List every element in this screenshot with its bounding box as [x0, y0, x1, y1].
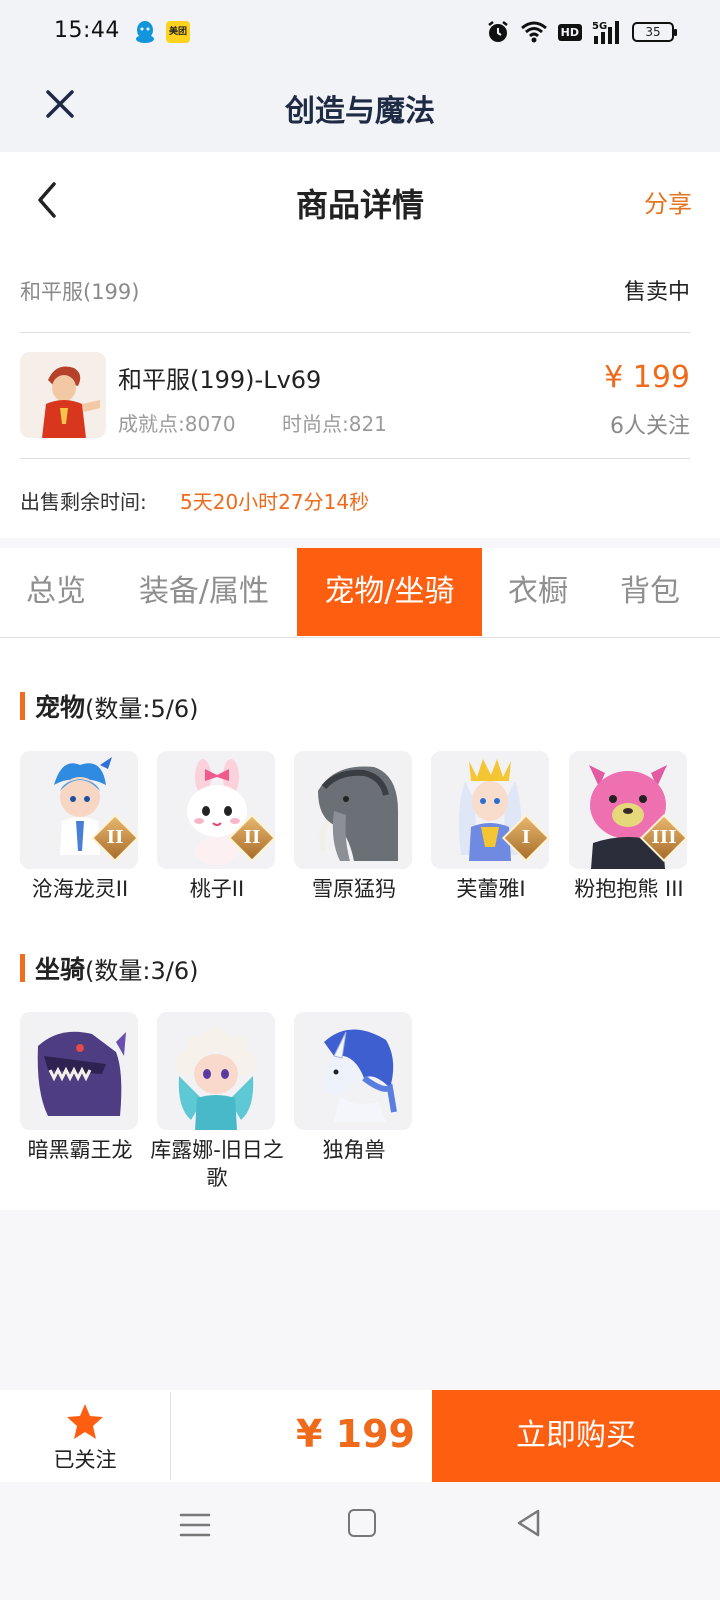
pet-item[interactable]: III 粉抱抱熊 III	[569, 751, 689, 903]
page-title: 商品详情	[295, 186, 424, 224]
follower-count: 6人关注	[610, 414, 690, 439]
status-bar: 15:44 美团 HD 5G 35	[0, 0, 720, 64]
pet-name: 雪原猛犸	[312, 877, 396, 901]
wifi-icon	[520, 21, 547, 43]
mounts-count: (数量:3/6)	[85, 956, 199, 985]
svg-text:5G: 5G	[592, 21, 607, 32]
home-icon[interactable]	[348, 1509, 376, 1537]
divider	[20, 458, 690, 459]
item-name: 和平服(199)	[20, 280, 140, 304]
mount-name: 暗黑霸王龙	[27, 1138, 133, 1162]
item-card: 和平服(199) 售卖中 和平服(199)-Lv69 成就点:8070 时尚点:…	[0, 248, 720, 538]
pets-mounts-panel: 宠物 (数量:5/6) II 沧海龙灵II II 桃子II 雪原猛犸 I 芙蕾雅…	[0, 638, 720, 1210]
share-button[interactable]: 分享	[644, 184, 692, 219]
pets-count: (数量:5/6)	[85, 694, 199, 723]
nav-back-icon[interactable]	[512, 1506, 546, 1540]
menu-icon[interactable]	[178, 1510, 212, 1540]
hd-badge: HD	[557, 23, 582, 41]
item-price: ¥ 199	[604, 360, 690, 395]
pet-name: 桃子II	[189, 877, 245, 901]
item-title: 和平服(199)-Lv69	[118, 366, 322, 394]
tab-overview[interactable]: 总览	[0, 548, 112, 636]
achievement-points: 成就点:8070	[118, 412, 236, 436]
tab-wardrobe[interactable]: 衣橱	[494, 548, 582, 636]
mount-image	[20, 1012, 138, 1130]
tab-backpack[interactable]: 背包	[604, 548, 696, 636]
pets-label: 宠物	[35, 693, 86, 722]
app-title: 创造与魔法	[285, 94, 435, 129]
follow-label: 已关注	[53, 1448, 117, 1472]
tab-equipment[interactable]: 装备/属性	[124, 548, 284, 636]
divider	[20, 332, 690, 333]
mounts-label: 坐骑	[35, 955, 86, 984]
mounts-section-title: 坐骑 (数量:3/6)	[20, 950, 198, 986]
mount-name: 库露娜-旧日之歌	[150, 1138, 284, 1190]
status-time: 15:44	[54, 18, 120, 43]
pet-item[interactable]: II 沧海龙灵II	[20, 751, 140, 903]
bottom-action-bar: 已关注 ¥ 199 立即购买	[0, 1390, 720, 1482]
meituan-icon: 美团	[166, 21, 190, 43]
pet-image: I	[431, 751, 549, 869]
pets-section-title: 宠物 (数量:5/6)	[20, 688, 198, 724]
follow-button[interactable]: 已关注	[40, 1402, 130, 1474]
battery-icon: 35	[632, 22, 677, 42]
pet-image: II	[20, 751, 138, 869]
remaining-time-value: 5天20小时27分14秒	[180, 490, 370, 514]
pet-item[interactable]: II 桃子II	[157, 751, 277, 903]
pet-item[interactable]: 雪原猛犸	[294, 751, 414, 903]
tab-pets-mounts[interactable]: 宠物/坐骑	[297, 548, 482, 636]
remaining-time-label: 出售剩余时间:	[20, 490, 147, 514]
mini-app-header: 创造与魔法	[0, 64, 720, 152]
item-thumbnail	[20, 352, 106, 438]
fashion-points: 时尚点:821	[282, 412, 387, 436]
qq-icon	[136, 21, 154, 43]
mount-image	[157, 1012, 275, 1130]
pet-name: 芙蕾雅I	[456, 877, 526, 901]
buy-now-button[interactable]: 立即购买	[432, 1390, 720, 1482]
mount-item[interactable]: 库露娜-旧日之歌	[150, 1012, 284, 1192]
mount-item[interactable]: 暗黑霸王龙	[20, 1012, 140, 1164]
pet-image: III	[569, 751, 687, 869]
pet-image: II	[157, 751, 275, 869]
divider	[170, 1392, 171, 1480]
star-icon	[67, 1404, 103, 1439]
alarm-icon	[487, 21, 508, 42]
pet-image	[294, 751, 412, 869]
mount-image	[294, 1012, 412, 1130]
pet-name: 沧海龙灵II	[31, 877, 129, 901]
tab-bar: 总览 装备/属性 宠物/坐骑 衣橱 背包	[0, 548, 720, 638]
signal-icon: 5G	[592, 21, 619, 44]
section-accent-bar	[20, 692, 25, 720]
system-nav-bar	[0, 1482, 720, 1600]
mount-item[interactable]: 独角兽	[294, 1012, 414, 1164]
section-accent-bar	[20, 954, 25, 982]
mount-name: 独角兽	[322, 1138, 386, 1162]
sale-status: 售卖中	[623, 280, 690, 305]
bottom-price: ¥ 199	[296, 1412, 415, 1456]
pet-item[interactable]: I 芙蕾雅I	[431, 751, 551, 903]
pet-name: 粉抱抱熊 III	[574, 877, 684, 901]
page-header: 商品详情 分享	[0, 152, 720, 248]
